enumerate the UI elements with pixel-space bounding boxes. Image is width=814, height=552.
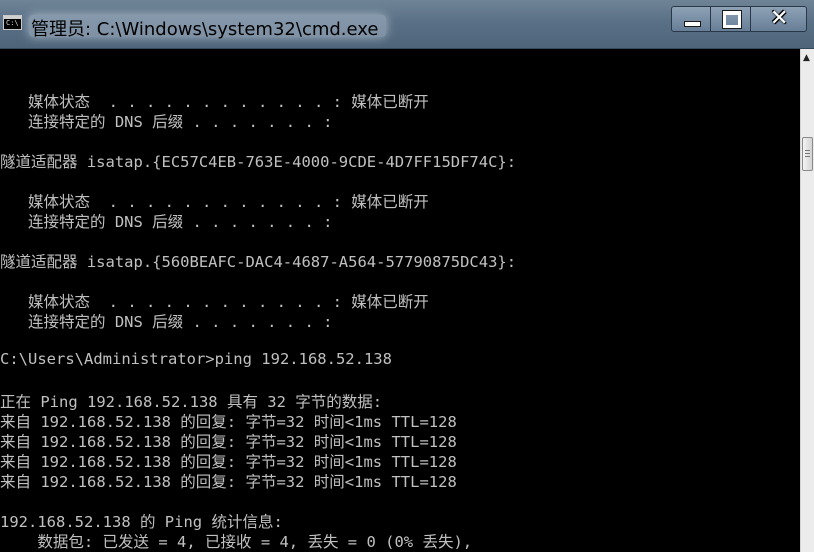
console-line: 来自 192.168.52.138 的回复: 字节=32 时间<1ms TTL=… — [0, 473, 457, 491]
maximize-button[interactable] — [711, 6, 751, 32]
console-line: C:\Users\Administrator>ping 192.168.52.1… — [0, 350, 392, 368]
console-line: 媒体状态 . . . . . . . . . . . . : 媒体已断开 — [0, 293, 429, 311]
console-line: 来自 192.168.52.138 的回复: 字节=32 时间<1ms TTL=… — [0, 433, 457, 451]
window-title: 管理员: C:\Windows\system32\cmd.exe — [29, 15, 387, 40]
scroll-up-arrow-icon[interactable]: ▲ — [803, 53, 810, 63]
scroll-thumb[interactable] — [802, 137, 813, 171]
console-line: 192.168.52.138 的 Ping 统计信息: — [0, 513, 283, 531]
console-line: 连接特定的 DNS 后缀 . . . . . . . : — [0, 113, 333, 131]
vertical-scrollbar[interactable]: ▲ — [800, 49, 814, 552]
console-line: 连接特定的 DNS 后缀 . . . . . . . : — [0, 213, 333, 231]
console-line: 隧道适配器 isatap.{560BEAFC-DAC4-4687-A564-57… — [0, 253, 517, 271]
console-line: 来自 192.168.52.138 的回复: 字节=32 时间<1ms TTL=… — [0, 413, 457, 431]
close-button[interactable]: ✕ — [751, 6, 807, 32]
cmd-icon[interactable]: C:\ — [3, 15, 22, 30]
title-bar[interactable]: C:\ 管理员: C:\Windows\system32\cmd.exe ✕ — [0, 0, 814, 49]
console-output[interactable]: 媒体状态 . . . . . . . . . . . . : 媒体已断开 连接特… — [0, 49, 800, 552]
close-icon: ✕ — [770, 6, 789, 31]
maximize-icon — [722, 10, 742, 29]
minimize-icon — [684, 21, 701, 27]
console-line: 连接特定的 DNS 后缀 . . . . . . . : — [0, 313, 333, 331]
console-line: 正在 Ping 192.168.52.138 具有 32 字节的数据: — [0, 393, 383, 411]
cmd-icon-prompt: C:\ — [6, 19, 19, 27]
console-line: 数据包: 已发送 = 4, 已接收 = 4, 丢失 = 0 (0% 丢失), — [0, 533, 473, 551]
console-line: 媒体状态 . . . . . . . . . . . . : 媒体已断开 — [0, 93, 429, 111]
console-line: 媒体状态 . . . . . . . . . . . . : 媒体已断开 — [0, 193, 429, 211]
console-line: 隧道适配器 isatap.{EC57C4EB-763E-4000-9CDE-4D… — [0, 153, 517, 171]
minimize-button[interactable] — [671, 6, 711, 32]
console-line: 来自 192.168.52.138 的回复: 字节=32 时间<1ms TTL=… — [0, 453, 457, 471]
